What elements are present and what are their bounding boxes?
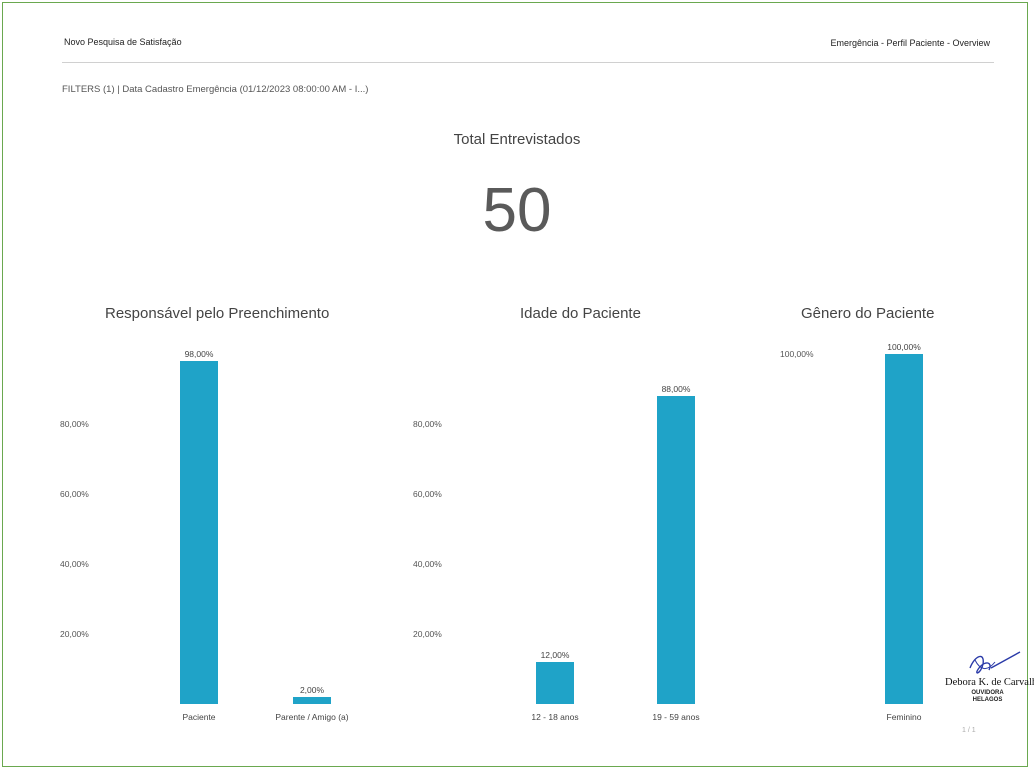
y-tick-label: 100,00%: [780, 349, 814, 359]
y-tick-label: 20,00%: [413, 629, 442, 639]
data-label: 88,00%: [662, 384, 691, 394]
signature-org: HELAGOS: [972, 697, 1003, 703]
bar-2-0[interactable]: [885, 354, 923, 704]
x-tick-label: Feminino: [887, 712, 922, 722]
y-tick-label: 20,00%: [60, 629, 89, 639]
data-label: 2,00%: [300, 685, 325, 695]
y-tick-label: 80,00%: [60, 419, 89, 429]
y-tick-label: 40,00%: [60, 559, 89, 569]
page-number: 1 / 1: [962, 727, 976, 734]
x-tick-label: Paciente: [182, 712, 215, 722]
x-tick-label: 19 - 59 anos: [652, 712, 699, 722]
bar-1-1[interactable]: [657, 396, 695, 704]
y-tick-label: 60,00%: [413, 489, 442, 499]
data-label: 98,00%: [185, 349, 214, 359]
signature-role: OUVIDORA: [971, 690, 1004, 696]
signature-name: Debora K. de Carvalho: [945, 677, 1034, 688]
x-tick-label: Parente / Amigo (a): [275, 712, 348, 722]
bar-0-1[interactable]: [293, 697, 331, 704]
data-label: 12,00%: [541, 650, 570, 660]
x-tick-label: 12 - 18 anos: [531, 712, 578, 722]
y-tick-label: 40,00%: [413, 559, 442, 569]
charts-canvas: 20,00% 40,00% 60,00% 80,00% 98,00% Paciente 2,…: [60, 342, 923, 722]
signature-stamp: Debora K. de Carvalho OUVIDORA HELAGOS: [945, 650, 1034, 710]
data-label: 100,00%: [887, 342, 921, 352]
bar-1-0[interactable]: [536, 662, 574, 704]
y-tick-label: 80,00%: [413, 419, 442, 429]
y-tick-label: 60,00%: [60, 489, 89, 499]
bar-0-0[interactable]: [180, 361, 218, 704]
